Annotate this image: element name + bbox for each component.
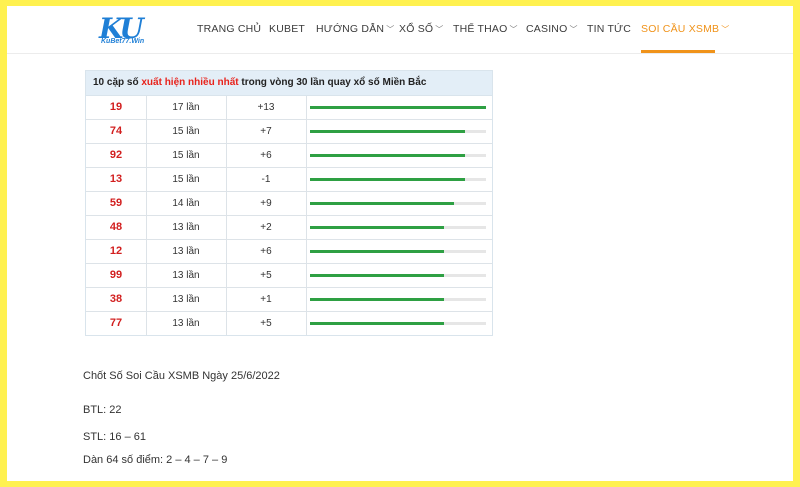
difference-value: -1	[226, 168, 307, 191]
frequency-bar-cell	[306, 288, 492, 311]
nav-item-tin-tuc[interactable]: TIN TỨC	[587, 23, 631, 35]
chevron-down-icon: ﹀	[569, 25, 578, 34]
frequency-bar-fill	[310, 154, 465, 157]
top-pairs-table: 10 cặp số xuất hiện nhiều nhất trong vòn…	[85, 70, 493, 336]
pair-number: 59	[86, 192, 147, 215]
active-nav-indicator	[641, 50, 715, 53]
table-row: 13 15 lần -1	[86, 168, 492, 192]
occurrence-count: 13 lần	[146, 288, 227, 311]
frequency-bar-cell	[306, 144, 492, 167]
frequency-bar-track	[310, 130, 486, 133]
frequency-bar-track	[310, 154, 486, 157]
frequency-bar-track	[310, 202, 486, 205]
nav-item-soi-cau-xsmb[interactable]: SOI CẦU XSMB ﹀	[641, 23, 729, 35]
nav-item-huong-dan[interactable]: HƯỚNG DẪN ﹀	[316, 23, 394, 35]
difference-value: +6	[226, 144, 307, 167]
difference-value: +9	[226, 192, 307, 215]
occurrence-count: 13 lần	[146, 264, 227, 287]
frequency-bar-track	[310, 178, 486, 181]
page-frame: 87109 24547 21/05 85198 20/05 78196 KU K…	[7, 6, 793, 481]
nav-item-the-thao[interactable]: THỂ THAO ﹀	[453, 23, 518, 35]
occurrence-count: 13 lần	[146, 312, 227, 335]
chevron-down-icon: ﹀	[435, 25, 444, 34]
pair-number: 99	[86, 264, 147, 287]
frequency-bar-cell	[306, 264, 492, 287]
site-logo[interactable]: KU KuBet77.Win	[99, 12, 169, 49]
table-row: 92 15 lần +6	[86, 144, 492, 168]
frequency-bar-cell	[306, 312, 492, 335]
pair-number: 19	[86, 96, 147, 119]
occurrence-count: 15 lần	[146, 168, 227, 191]
occurrence-count: 15 lần	[146, 144, 227, 167]
table-row: 12 13 lần +6	[86, 240, 492, 264]
frequency-bar-cell	[306, 96, 492, 119]
chevron-down-icon: ﹀	[509, 25, 518, 34]
btl-line: BTL: 22	[83, 404, 122, 416]
pair-number: 77	[86, 312, 147, 335]
occurrence-count: 15 lần	[146, 120, 227, 143]
table-row: 74 15 lần +7	[86, 120, 492, 144]
difference-value: +1	[226, 288, 307, 311]
pair-number: 74	[86, 120, 147, 143]
frequency-bar-track	[310, 298, 486, 301]
frequency-bar-fill	[310, 178, 465, 181]
article-heading: Chốt Số Soi Cầu XSMB Ngày 25/6/2022	[83, 370, 280, 382]
occurrence-count: 13 lần	[146, 240, 227, 263]
stl-line: STL: 16 – 61	[83, 431, 146, 443]
difference-value: +2	[226, 216, 307, 239]
frequency-bar-track	[310, 322, 486, 325]
frequency-bar-track	[310, 274, 486, 277]
frequency-bar-cell	[306, 216, 492, 239]
table-row: 77 13 lần +5	[86, 312, 492, 335]
frequency-bar-cell	[306, 120, 492, 143]
difference-value: +5	[226, 312, 307, 335]
frequency-bar-fill	[310, 298, 444, 301]
occurrence-count: 14 lần	[146, 192, 227, 215]
table-body: 19 17 lần +13 74 15 lần +7 92 15 lần +6 13 15 lần -…	[86, 96, 492, 335]
frequency-bar-track	[310, 106, 486, 109]
frequency-bar-fill	[310, 274, 444, 277]
table-row: 48 13 lần +2	[86, 216, 492, 240]
nav-item-trang-chu[interactable]: TRANG CHỦ	[197, 23, 261, 35]
frequency-bar-fill	[310, 130, 465, 133]
chevron-down-icon: ﹀	[721, 25, 730, 34]
frequency-bar-cell	[306, 240, 492, 263]
pair-number: 92	[86, 144, 147, 167]
table-row: 59 14 lần +9	[86, 192, 492, 216]
dan-line: Dàn 64 số điểm: 2 – 4 – 7 – 9	[83, 454, 228, 466]
pair-number: 12	[86, 240, 147, 263]
frequency-bar-track	[310, 250, 486, 253]
nav-item-casino[interactable]: CASINO ﹀	[526, 23, 578, 35]
occurrence-count: 17 lần	[146, 96, 227, 119]
frequency-bar-cell	[306, 192, 492, 215]
difference-value: +6	[226, 240, 307, 263]
table-caption: 10 cặp số xuất hiện nhiều nhất trong vòn…	[86, 71, 492, 96]
frequency-bar-fill	[310, 250, 444, 253]
pair-number: 48	[86, 216, 147, 239]
frequency-bar-fill	[310, 226, 444, 229]
nav-item-kubet[interactable]: KUBET	[269, 23, 305, 35]
chevron-down-icon: ﹀	[386, 25, 395, 34]
frequency-bar-fill	[310, 106, 486, 109]
pair-number: 13	[86, 168, 147, 191]
difference-value: +7	[226, 120, 307, 143]
nav-item-xo-so[interactable]: XỔ SỐ ﹀	[399, 23, 443, 35]
frequency-bar-cell	[306, 168, 492, 191]
frequency-bar-track	[310, 226, 486, 229]
frequency-bar-fill	[310, 322, 444, 325]
table-row: 99 13 lần +5	[86, 264, 492, 288]
difference-value: +13	[226, 96, 307, 119]
pair-number: 38	[86, 288, 147, 311]
table-row: 19 17 lần +13	[86, 96, 492, 120]
frequency-bar-fill	[310, 202, 455, 205]
difference-value: +5	[226, 264, 307, 287]
occurrence-count: 13 lần	[146, 216, 227, 239]
table-row: 38 13 lần +1	[86, 288, 492, 312]
logo-site-name: KuBet77.Win	[101, 38, 145, 45]
